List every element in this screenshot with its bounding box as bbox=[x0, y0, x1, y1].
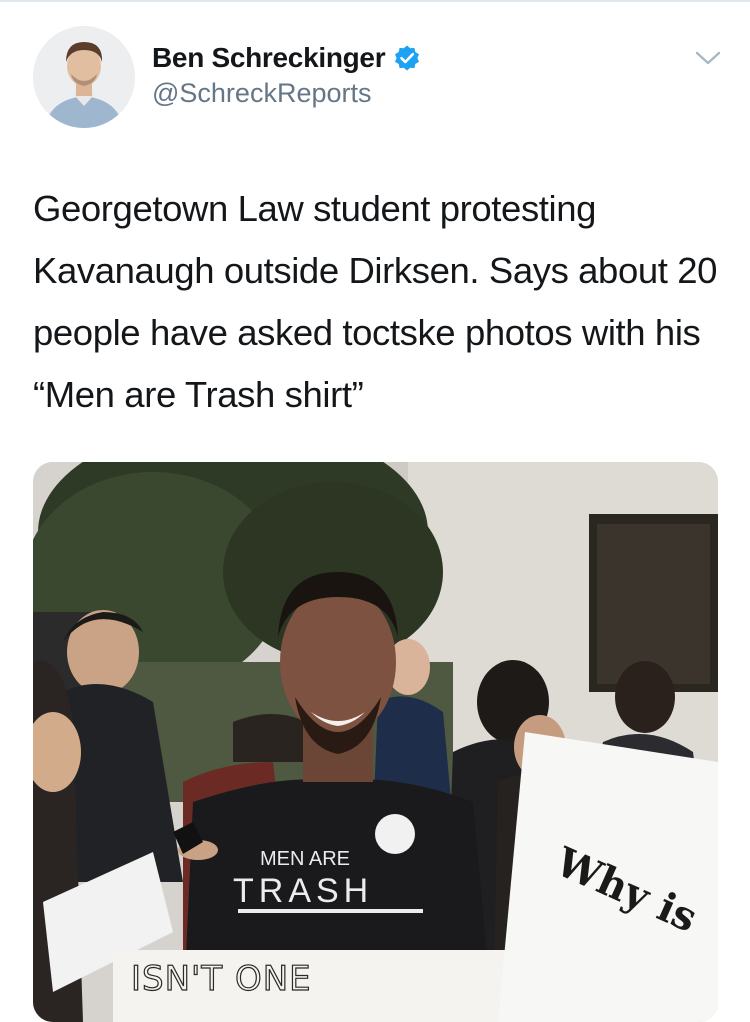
author-avatar[interactable] bbox=[33, 26, 135, 128]
chevron-down-icon[interactable] bbox=[693, 47, 723, 69]
author-handle[interactable]: @SchreckReports bbox=[152, 78, 371, 109]
tweet-text: Georgetown Law student protesting Kavana… bbox=[33, 188, 718, 415]
shirt-line-2: TRASH bbox=[233, 872, 373, 910]
author-name[interactable]: Ben Schreckinger bbox=[152, 42, 386, 74]
verified-badge-icon bbox=[395, 45, 420, 71]
shirt-line-1: MEN ARE bbox=[260, 848, 350, 870]
top-divider bbox=[0, 0, 750, 2]
sign-left-text: ISN'T ONE bbox=[131, 959, 312, 999]
avatar-image bbox=[33, 26, 135, 128]
tweet-photo[interactable]: MEN ARE TRASH ISN'T ONE Why is bbox=[33, 462, 718, 1022]
protest-photo: MEN ARE TRASH ISN'T ONE Why is bbox=[33, 462, 718, 1022]
